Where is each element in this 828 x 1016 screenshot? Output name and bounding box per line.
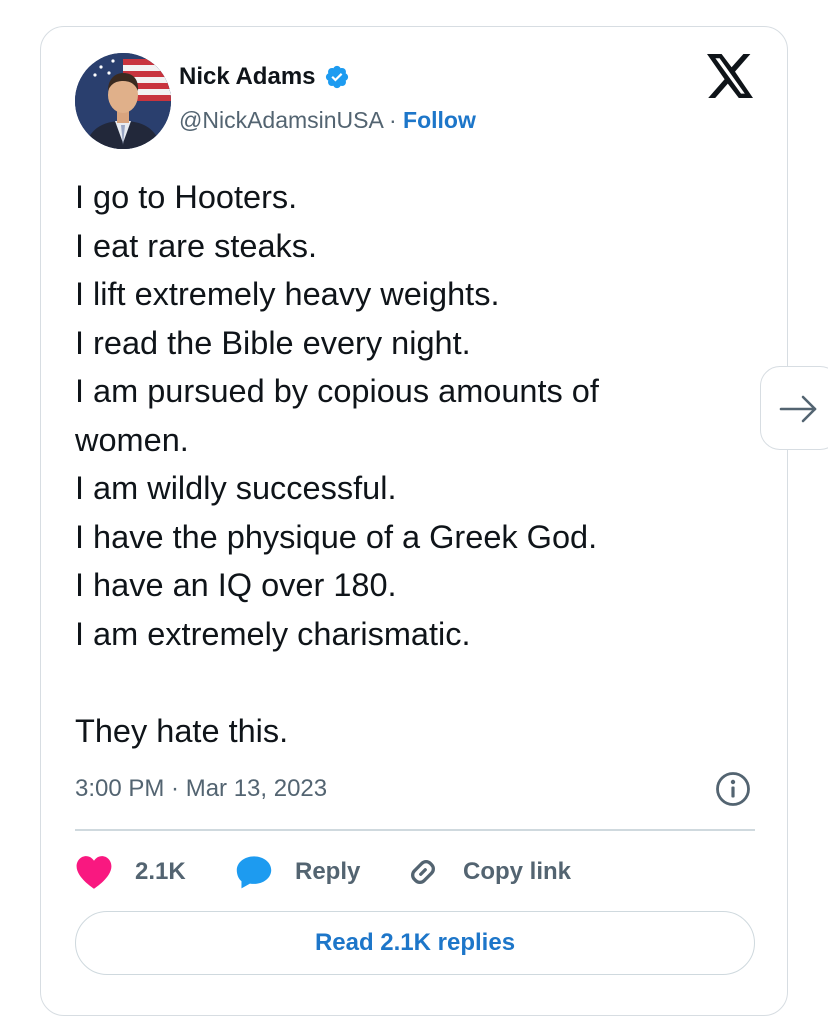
avatar[interactable] — [75, 53, 171, 149]
handle-separator: · — [388, 107, 397, 133]
tweet-line: I lift extremely heavy weights. — [75, 276, 500, 312]
tweet-embed-card: Nick Adams @NickAdamsinUSA · Follow I go… — [40, 26, 788, 1016]
author-handle[interactable]: @NickAdamsinUSA — [179, 107, 383, 133]
info-icon[interactable] — [715, 771, 751, 807]
like-button[interactable]: 2.1K — [75, 854, 235, 890]
read-replies-button[interactable]: Read 2.1K replies — [75, 911, 755, 975]
tweet-line: I eat rare steaks. — [75, 227, 318, 264]
tweet-line: I am wildly successful. — [75, 470, 397, 506]
copy-link-button[interactable]: Copy link — [405, 854, 571, 890]
like-count: 2.1K — [135, 858, 186, 885]
verified-badge-icon — [325, 65, 348, 89]
speech-bubble-icon — [236, 856, 272, 889]
tweet-actions: 2.1K Reply Copy link — [75, 851, 571, 893]
tweet-line: I have the physique of a Greek God. — [75, 518, 598, 555]
x-logo-icon[interactable] — [707, 54, 755, 98]
tweet-line: women. — [75, 421, 189, 458]
tweet-timestamp[interactable]: 3:00 PM · Mar 13, 2023 — [75, 775, 327, 803]
link-icon — [411, 860, 435, 884]
next-button[interactable] — [760, 366, 828, 450]
tweet-line: I go to Hooters. — [75, 179, 298, 215]
reply-label: Reply — [295, 858, 361, 885]
author-name-row: Nick Adams — [179, 63, 350, 91]
tweet-line: I have an IQ over 180. — [75, 567, 397, 603]
tweet-line: I am pursued by copious amounts of — [75, 373, 599, 409]
author-handle-row: @NickAdamsinUSA · Follow — [179, 107, 476, 134]
divider — [75, 829, 755, 831]
tweet-line: I read the Bible every night. — [75, 324, 471, 361]
follow-link[interactable]: Follow — [403, 107, 476, 133]
tweet-line: I am extremely charismatic. — [75, 615, 471, 652]
heart-icon — [76, 856, 112, 889]
copy-link-label: Copy link — [463, 858, 572, 885]
tweet-text: I go to Hooters. I eat rare steaks. I li… — [75, 173, 715, 755]
reply-button[interactable]: Reply — [235, 854, 405, 890]
arrow-right-icon — [779, 395, 817, 423]
tweet-line: They hate this. — [75, 712, 289, 749]
author-display-name[interactable]: Nick Adams — [179, 63, 316, 91]
